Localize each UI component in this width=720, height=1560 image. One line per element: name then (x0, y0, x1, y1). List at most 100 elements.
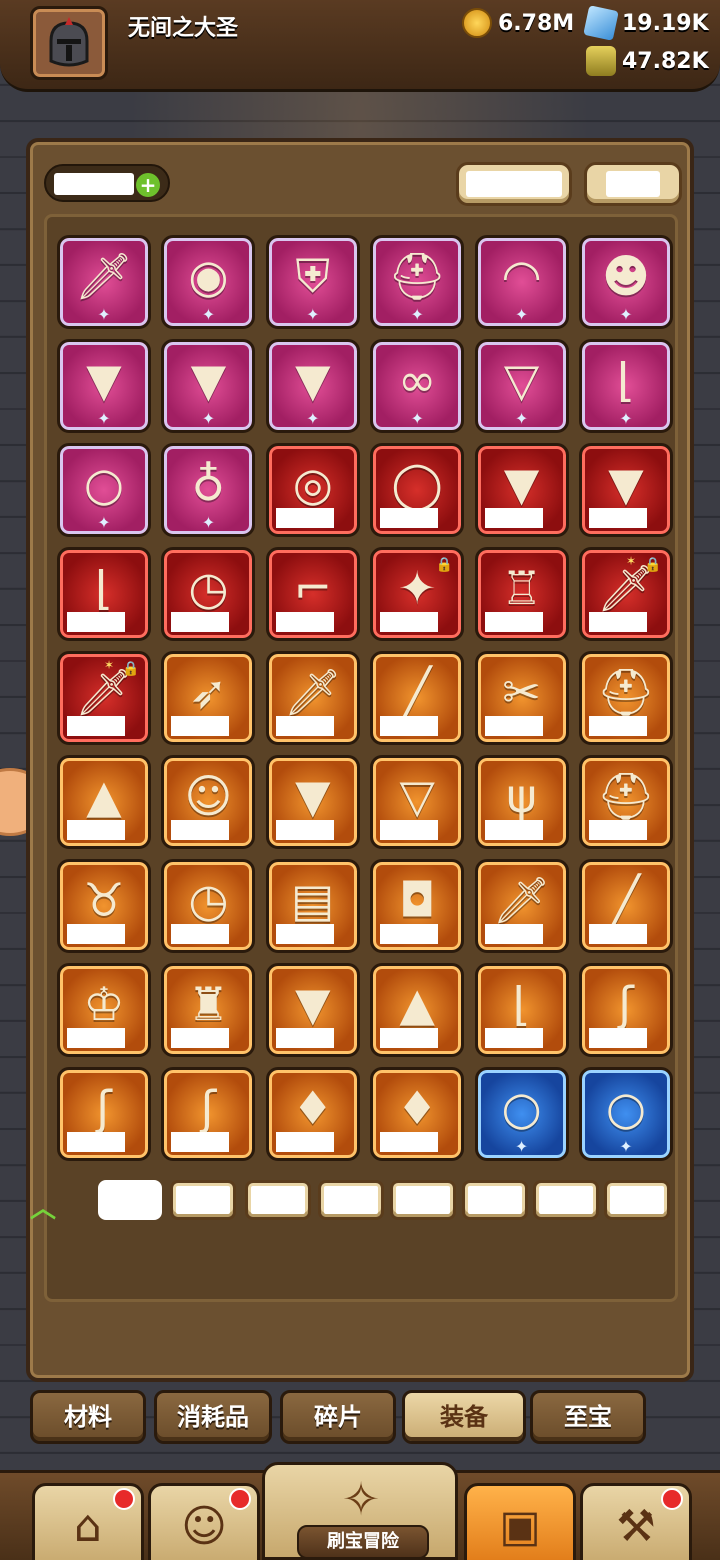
inventory-slot[interactable]: ╱ (370, 651, 465, 745)
helmet-icon: ⛑ (596, 769, 656, 823)
inventory-slot[interactable]: ⌊ ✦ (578, 339, 673, 433)
inventory-slot[interactable]: ▤ (265, 859, 360, 953)
gold-counter[interactable]: 6.78M (462, 6, 574, 40)
player-avatar[interactable] (30, 6, 108, 80)
lock-icon: 🔒 (435, 557, 453, 573)
inventory-scroll-area[interactable]: 🗡 ✦ ◉ ✦ ⛨ ✦ ⛑ ✦ ◠ ✦ ☻ ✦ ▼ ✦ ▼ ✦ ▼ ✦ ∞ ✦ ▽ ✦ ⌊ ✦ ○ ✦ ♁ ✦ ◎ ◯ ▼ ▼ ⌊ ◷ ⌐ ✦ 🔒 ♖ 🗡 🔒… (44, 214, 678, 1302)
inventory-slot[interactable]: ▼ ✦ (161, 339, 256, 433)
inventory-slot[interactable]: ♖ (474, 547, 569, 641)
inventory-slot[interactable]: ψ (474, 755, 569, 849)
inventory-slot[interactable]: ☻ ✦ (578, 235, 673, 329)
spear-icon: ➶ (189, 665, 228, 719)
page-button[interactable] (98, 1180, 162, 1220)
inventory-slot[interactable]: ◷ (161, 859, 256, 953)
expand-capacity-button[interactable]: + (136, 173, 160, 197)
notification-dot (113, 1488, 135, 1510)
inventory-slot[interactable]: ▼ (578, 443, 673, 537)
inventory-slot[interactable]: ▼ (265, 963, 360, 1057)
inventory-slot[interactable]: 🗡 (265, 651, 360, 745)
item-level-label (171, 716, 230, 736)
inventory-slot[interactable]: ♁ ✦ (161, 443, 256, 537)
nav-adventure-button[interactable]: ✧ 刷宝冒险 (262, 1462, 458, 1560)
inventory-slot[interactable]: ◷ (161, 547, 256, 641)
potion-counter[interactable]: 47.82K (586, 44, 709, 78)
inventory-slot[interactable]: ☺ (161, 755, 256, 849)
inventory-slot[interactable]: ♉ (57, 859, 151, 953)
inventory-slot[interactable]: ⌊ (474, 963, 569, 1057)
inventory-slot[interactable]: 🗡 ✦ (57, 235, 151, 329)
armor-icon: ▼ (295, 769, 331, 823)
inventory-slot[interactable]: ✂ (474, 651, 569, 745)
page-button[interactable] (462, 1180, 528, 1220)
coat-icon: ♖ (500, 561, 543, 615)
page-button[interactable] (390, 1180, 456, 1220)
inventory-slot[interactable]: ♜ (161, 963, 256, 1057)
inventory-slot[interactable]: ◯ (370, 443, 465, 537)
inventory-slot[interactable]: ○ ✦ (578, 1067, 673, 1161)
star-icon: ✦ (619, 1137, 633, 1156)
nav-hero-button[interactable]: ☺ (148, 1483, 260, 1560)
inventory-slot[interactable]: ◎ (265, 443, 360, 537)
nav-backpack-button[interactable]: ▣ (464, 1483, 576, 1560)
item-level-label (588, 508, 647, 528)
inventory-slot[interactable]: ⛑ (578, 651, 673, 745)
inventory-slot[interactable]: ʃ (57, 1067, 151, 1161)
inventory-slot[interactable]: ▽ (370, 755, 465, 849)
star-icon: ✦ (514, 409, 529, 428)
inventory-slot[interactable]: ▲ (57, 755, 151, 849)
page-button[interactable] (245, 1180, 311, 1220)
item-level-label (380, 924, 439, 944)
wizard-hat-icon: ▲ (86, 769, 122, 823)
nav-forge-button[interactable]: ⚒ (580, 1483, 692, 1560)
inventory-slot[interactable]: ʃ (161, 1067, 256, 1161)
tab-fragments[interactable]: 碎片 (280, 1390, 396, 1444)
pendant-icon: ♦ (292, 1081, 334, 1135)
page-button[interactable] (533, 1180, 599, 1220)
filter-button[interactable] (584, 162, 682, 206)
inventory-slot[interactable]: ♔ (57, 963, 151, 1057)
tab-consumables[interactable]: 消耗品 (154, 1390, 272, 1444)
inventory-slot[interactable]: ⛑ (578, 755, 673, 849)
inventory-slot[interactable]: ◠ ✦ (474, 235, 569, 329)
inventory-slot[interactable]: ▼ (474, 443, 569, 537)
top-bar: 无间之大圣 6.78M 19.19K 47.82K (0, 0, 720, 92)
inventory-slot[interactable]: ▲ (370, 963, 465, 1057)
star-icon: ✦ (410, 305, 424, 324)
inventory-slot[interactable]: ▼ ✦ (265, 339, 360, 433)
inventory-slot[interactable]: 🗡 🔒 ✶ (578, 547, 673, 641)
inventory-slot[interactable]: ╱ (578, 859, 673, 953)
inventory-slot[interactable]: ◘ (370, 859, 465, 953)
inventory-slot[interactable]: ○ ✦ (57, 443, 151, 537)
gem-counter[interactable]: 19.19K (583, 5, 709, 41)
inventory-slot[interactable]: ʃ (578, 963, 673, 1057)
inventory-slot[interactable]: ▽ ✦ (474, 339, 569, 433)
inventory-slot[interactable]: ⛨ ✦ (265, 235, 360, 329)
inventory-slot[interactable]: ⌊ (57, 547, 151, 641)
inventory-slot[interactable]: ♦ (265, 1067, 360, 1161)
tab-treasures[interactable]: 至宝 (530, 1390, 646, 1444)
inventory-slot[interactable]: ⛑ ✦ (370, 235, 465, 329)
item-level-label (171, 820, 230, 840)
inventory-slot[interactable]: ➶ (161, 651, 256, 745)
capacity-value (54, 173, 134, 195)
page-button[interactable] (170, 1180, 236, 1220)
inventory-slot[interactable]: ▼ ✦ (57, 339, 151, 433)
chevron-up-icon[interactable]: ︿ (30, 1188, 56, 1225)
inventory-slot[interactable]: 🗡 🔒 ✶ (57, 651, 151, 745)
sort-button[interactable] (456, 162, 572, 206)
inventory-slot[interactable]: ⌐ (265, 547, 360, 641)
page-button[interactable] (318, 1180, 384, 1220)
tab-equipment[interactable]: 装备 (402, 1390, 526, 1444)
inventory-slot[interactable]: ♦ (370, 1067, 465, 1161)
item-level-label (484, 612, 543, 632)
shield-round-icon: ◉ (188, 249, 229, 303)
inventory-slot[interactable]: ◉ ✦ (161, 235, 256, 329)
inventory-slot[interactable]: ✦ 🔒 (370, 547, 465, 641)
inventory-slot[interactable]: ▼ (265, 755, 360, 849)
inventory-slot[interactable]: 🗡 (474, 859, 569, 953)
nav-shop-button[interactable]: ⌂ (32, 1483, 144, 1560)
page-button[interactable] (604, 1180, 670, 1220)
tab-materials[interactable]: 材料 (30, 1390, 146, 1444)
inventory-slot[interactable]: ∞ ✦ (370, 339, 465, 433)
inventory-slot[interactable]: ○ ✦ (474, 1067, 569, 1161)
